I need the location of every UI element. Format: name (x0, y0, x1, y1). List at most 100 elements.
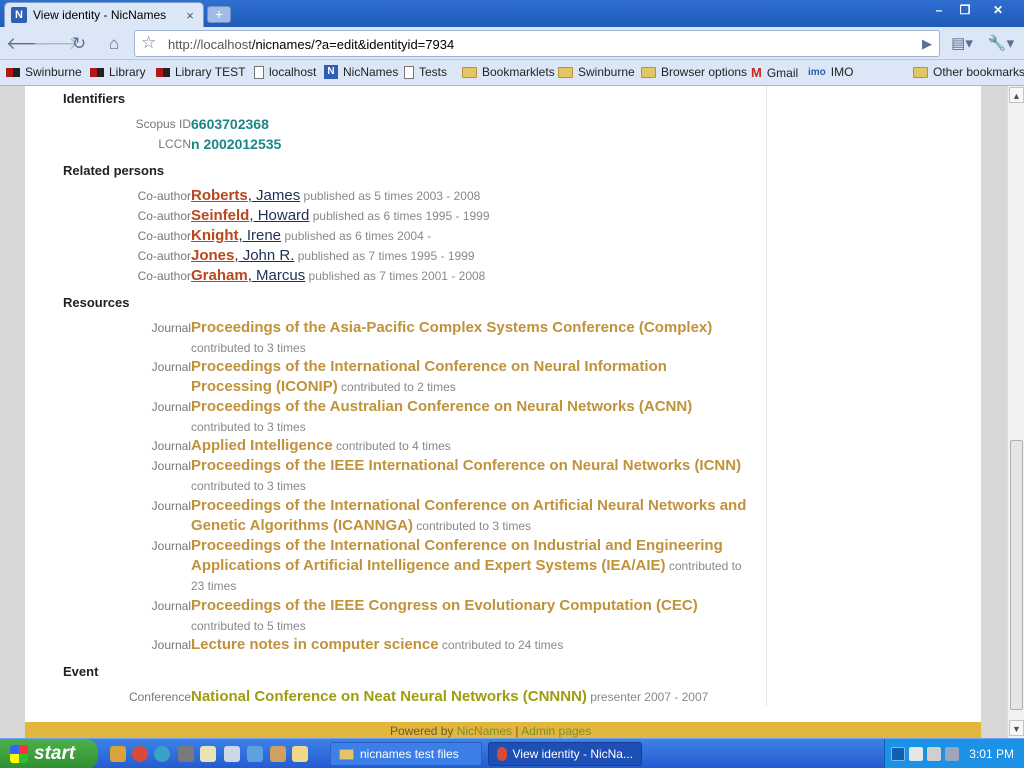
quicklaunch-browser-icon[interactable] (154, 746, 170, 762)
bookmark-label: Swinburne (578, 65, 635, 79)
tray-expand-icon[interactable] (891, 747, 905, 761)
coauthor-surname-link[interactable]: Graham (191, 267, 248, 284)
tray-network-icon[interactable] (909, 747, 923, 761)
journal-link[interactable]: Applied Intelligence (191, 437, 333, 454)
coauthor-label: Co-author (137, 229, 191, 243)
resource-entry: Proceedings of the International Confere… (191, 536, 751, 596)
scrollbar-thumb[interactable] (1010, 440, 1023, 710)
go-button[interactable]: ▶ (916, 33, 938, 55)
close-window-button[interactable]: ✕ (985, 2, 1011, 20)
start-label: start (34, 743, 76, 764)
journal-link[interactable]: Proceedings of the Australian Conference… (191, 398, 692, 415)
resource-note: contributed to 3 times (191, 341, 306, 355)
page-icon (254, 65, 264, 79)
resource-type-label: Journal (151, 360, 191, 374)
bookmark-label: IMO (830, 65, 854, 79)
windows-taskbar: start nicnames test files View identity … (0, 738, 1024, 768)
quicklaunch-folder-icon[interactable] (110, 746, 126, 762)
coauthor-given-link[interactable]: , John R. (234, 247, 294, 264)
reload-button[interactable]: ↻ (68, 33, 90, 55)
tab-close-icon[interactable]: × (183, 8, 197, 23)
folder-icon (641, 66, 656, 78)
bookmark-library[interactable]: Library (90, 65, 146, 79)
page-menu-button[interactable]: ▤▾ (948, 33, 976, 55)
journal-link[interactable]: Proceedings of the International Confere… (191, 537, 723, 574)
taskbar-item-nicnames-test-files[interactable]: nicnames test files (330, 742, 482, 766)
forward-button[interactable]: 🡒 (33, 33, 79, 55)
bookmark-nicnames[interactable]: N NicNames (324, 65, 398, 79)
bookmarks-bar: Swinburne Library Library TEST localhost… (0, 60, 1024, 86)
coauthor-surname-link[interactable]: Seinfeld (191, 207, 249, 224)
quicklaunch-calculator-icon[interactable] (224, 746, 240, 762)
bookmark-swinburne-folder[interactable]: Swinburne (558, 65, 635, 79)
bookmark-library-test[interactable]: Library TEST (156, 65, 245, 79)
quicklaunch-tool-icon[interactable] (178, 746, 194, 762)
bookmark-bookmarklets[interactable]: Bookmarklets (462, 65, 555, 79)
resource-note: contributed to 5 times (191, 619, 306, 633)
bookmark-label: Other bookmarks (933, 65, 1024, 79)
coauthor-surname-link[interactable]: Roberts (191, 187, 248, 204)
coauthor-given-link[interactable]: , James (248, 187, 301, 204)
minimize-button[interactable]: – (928, 2, 950, 20)
nicnames-icon: N (324, 65, 338, 79)
coauthor-surname-link[interactable]: Knight (191, 227, 238, 244)
identifier-label: Scopus ID (135, 117, 191, 131)
back-button[interactable]: 🡐 (6, 33, 52, 55)
title-bar: N View identity - NicNames × + – ❐ ✕ (0, 0, 1024, 27)
taskbar-item-view-identity[interactable]: View identity - NicNa... (488, 742, 642, 766)
scroll-down-arrow-icon[interactable]: ▼ (1009, 720, 1024, 736)
home-button[interactable]: ⌂ (103, 33, 125, 55)
page-footer: Powered by NicNames | Admin pages (25, 722, 981, 738)
scroll-up-arrow-icon[interactable]: ▲ (1009, 87, 1024, 103)
imo-icon: imo (808, 66, 826, 78)
column-divider (766, 86, 767, 706)
coauthor-note: published as 6 times 2004 - (281, 229, 432, 243)
quicklaunch-explorer-icon[interactable] (270, 746, 286, 762)
resource-type-label: Journal (151, 638, 191, 652)
bookmark-localhost[interactable]: localhost (254, 65, 316, 79)
tray-volume-icon[interactable] (945, 747, 959, 761)
resource-entry: Proceedings of the International Confere… (191, 496, 751, 536)
coauthor-given-link[interactable]: , Irene (238, 227, 281, 244)
quicklaunch-chrome-icon[interactable] (132, 746, 148, 762)
coauthor-label: Co-author (137, 189, 191, 203)
journal-link[interactable]: Lecture notes in computer science (191, 636, 439, 653)
quicklaunch-app-icon[interactable] (247, 746, 263, 762)
nicnames-footer-link[interactable]: NicNames (457, 724, 512, 738)
journal-link[interactable]: Proceedings of the IEEE International Co… (191, 457, 741, 474)
resource-note: contributed to 2 times (337, 380, 456, 394)
reload-icon: ↻ (71, 34, 87, 53)
bookmark-gmail[interactable]: M Gmail (751, 65, 798, 80)
tray-display-icon[interactable] (927, 747, 941, 761)
bookmark-swinburne[interactable]: Swinburne (6, 65, 82, 79)
coauthor-surname-link[interactable]: Jones (191, 247, 234, 264)
coauthor-note: published as 7 times 1995 - 1999 (294, 249, 475, 263)
vertical-scrollbar[interactable]: ▲ ▼ (1007, 86, 1024, 738)
bookmark-imo[interactable]: imo IMO (808, 65, 853, 79)
coauthor-given-link[interactable]: , Howard (249, 207, 309, 224)
start-button[interactable]: start (0, 739, 98, 768)
tab-view-identity[interactable]: N View identity - NicNames × (4, 2, 204, 27)
address-bar[interactable]: ☆ http://localhost/nicnames/?a=edit&iden… (134, 30, 940, 57)
journal-link[interactable]: Proceedings of the IEEE Congress on Evol… (191, 597, 698, 614)
resource-note: contributed to 4 times (332, 439, 451, 453)
restore-button[interactable]: ❐ (954, 2, 976, 20)
bookmark-browser-options[interactable]: Browser options (641, 65, 747, 79)
bookmark-label: Bookmarklets (482, 65, 555, 79)
tools-menu-button[interactable]: 🔧▾ (986, 33, 1016, 55)
admin-pages-link[interactable]: Admin pages (521, 724, 591, 738)
bookmark-label: Browser options (661, 65, 748, 79)
journal-link[interactable]: Proceedings of the Asia-Pacific Complex … (191, 319, 712, 336)
resource-type-label: Journal (151, 459, 191, 473)
bookmark-other-bookmarks[interactable]: Other bookmarks (913, 65, 1024, 79)
bookmark-star-icon[interactable]: ☆ (141, 33, 156, 53)
quicklaunch-files-icon[interactable] (292, 746, 308, 762)
coauthor-entry: Roberts, James published as 5 times 2003… (191, 186, 751, 206)
swinburne-logo-icon (156, 67, 170, 77)
event-link[interactable]: National Conference on Neat Neural Netwo… (191, 688, 587, 705)
new-tab-button[interactable]: + (207, 6, 231, 23)
clock[interactable]: 3:01 PM (969, 747, 1014, 761)
bookmark-tests[interactable]: Tests (404, 65, 447, 79)
coauthor-given-link[interactable]: , Marcus (248, 267, 306, 284)
quicklaunch-notepad-icon[interactable] (200, 746, 216, 762)
